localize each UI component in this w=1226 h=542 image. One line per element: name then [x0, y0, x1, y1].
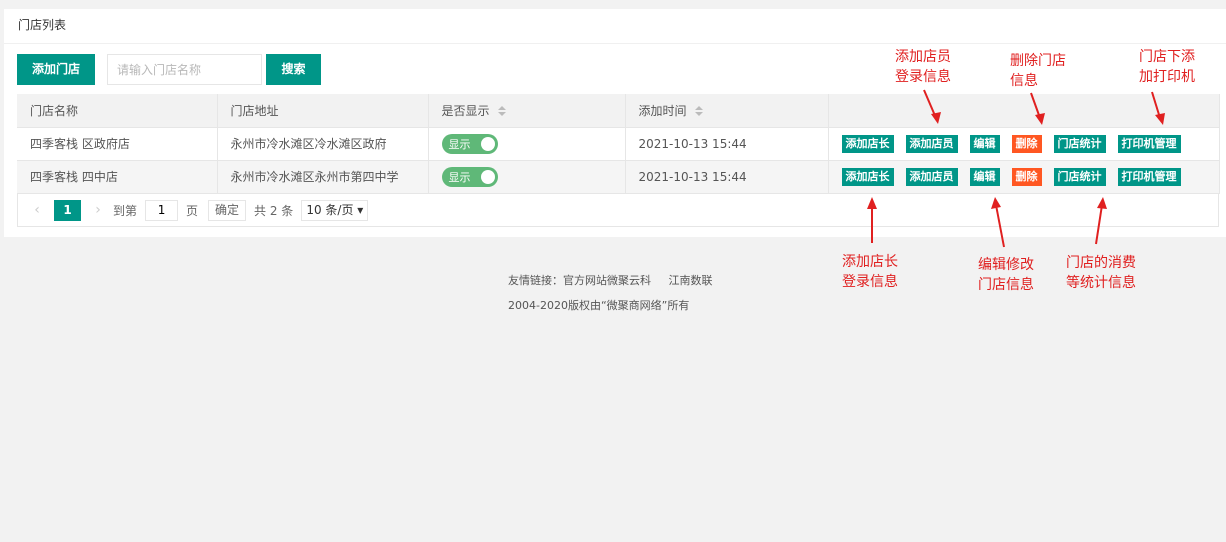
- edit-button[interactable]: 编辑: [969, 167, 1000, 186]
- footer-link-jiangnan[interactable]: 江南数联: [669, 274, 713, 287]
- add-manager-button[interactable]: 添加店长: [841, 134, 894, 153]
- col-visible[interactable]: 是否显示: [428, 94, 626, 127]
- operations-cell: 添加店长 添加店员 编辑 删除 门店统计 打印机管理: [828, 159, 1220, 194]
- annotation-edit: 编辑修改 门店信息: [978, 257, 1034, 293]
- annotation-stats: 门店的消费 等统计信息: [1066, 255, 1136, 291]
- friend-links-label: 友情链接：: [508, 274, 563, 287]
- table-row: 四季客栈 区政府店 永州市冷水滩区冷水滩区政府 显示 2021-10-13 15…: [17, 126, 1220, 160]
- visible-toggle[interactable]: 显示: [441, 166, 498, 187]
- annotation-add-manager: 添加店长 登录信息: [842, 254, 898, 290]
- goto-page-input[interactable]: [145, 199, 179, 221]
- add-clerk-button[interactable]: 添加店员: [905, 134, 958, 153]
- add-time-cell: 2021-10-13 15:44: [625, 126, 829, 160]
- goto-confirm-button[interactable]: 确定: [208, 199, 247, 221]
- annotation-add-clerk: 添加店员 登录信息: [895, 49, 951, 85]
- table-header-row: 门店名称 门店地址 是否显示 添加时间: [17, 94, 1220, 127]
- col-add-time[interactable]: 添加时间: [625, 94, 829, 127]
- footer: 友情链接：官方网站微聚云科 江南数联 2004-2020版权由“微聚商网络”所有: [508, 268, 713, 318]
- add-store-button[interactable]: 添加门店: [17, 54, 95, 85]
- total-count: 共 2 条: [254, 203, 294, 218]
- col-store-address: 门店地址: [217, 94, 429, 127]
- current-page[interactable]: 1: [54, 199, 81, 221]
- chevron-down-icon: ▾: [357, 202, 364, 217]
- store-address-cell: 永州市冷水滩区冷水滩区政府: [217, 126, 429, 160]
- printer-manage-button[interactable]: 打印机管理: [1117, 134, 1181, 153]
- store-table: 门店名称 门店地址 是否显示 添加时间 四季客栈 区政府店 永州市冷水滩区冷水滩…: [17, 94, 1220, 194]
- annotation-delete-store: 删除门店 信息: [1010, 53, 1066, 89]
- col-operations: [828, 94, 1220, 127]
- pagination: ‹ 1 › 到第 页 确定 共 2 条 10 条/页 ▾: [17, 194, 1219, 227]
- printer-manage-button[interactable]: 打印机管理: [1117, 167, 1181, 186]
- search-button[interactable]: 搜索: [266, 54, 321, 85]
- delete-button[interactable]: 删除: [1011, 134, 1042, 153]
- page-size-select[interactable]: 10 条/页 ▾: [301, 199, 369, 221]
- goto-label: 到第: [113, 203, 138, 218]
- next-page-icon[interactable]: ›: [89, 202, 107, 218]
- page-unit-label: 页: [186, 203, 199, 218]
- prev-page-icon[interactable]: ‹: [28, 202, 46, 218]
- delete-button[interactable]: 删除: [1011, 167, 1042, 186]
- copyright: 2004-2020版权由“微聚商网络”所有: [508, 299, 690, 312]
- toggle-knob: [480, 169, 495, 184]
- operations-cell: 添加店长 添加店员 编辑 删除 门店统计 打印机管理: [828, 126, 1220, 160]
- col-store-name: 门店名称: [17, 94, 218, 127]
- annotation-printer: 门店下添 加打印机: [1139, 49, 1195, 85]
- visible-cell: 显示: [428, 126, 626, 160]
- store-name-cell: 四季客栈 四中店: [17, 159, 218, 194]
- store-stats-button[interactable]: 门店统计: [1053, 134, 1106, 153]
- add-manager-button[interactable]: 添加店长: [841, 167, 894, 186]
- sort-icon[interactable]: [694, 106, 703, 117]
- table-row: 四季客栈 四中店 永州市冷水滩区永州市第四中学 显示 2021-10-13 15…: [17, 159, 1220, 194]
- store-address-cell: 永州市冷水滩区永州市第四中学: [217, 159, 429, 194]
- sort-icon[interactable]: [497, 106, 506, 117]
- footer-link-official[interactable]: 官方网站微聚云科: [563, 274, 651, 287]
- visible-cell: 显示: [428, 159, 626, 194]
- toggle-knob: [480, 136, 495, 151]
- add-clerk-button[interactable]: 添加店员: [905, 167, 958, 186]
- panel-title: 门店列表: [4, 9, 1226, 44]
- visible-toggle[interactable]: 显示: [441, 133, 498, 154]
- store-stats-button[interactable]: 门店统计: [1053, 167, 1106, 186]
- store-name-cell: 四季客栈 区政府店: [17, 126, 218, 160]
- edit-button[interactable]: 编辑: [969, 134, 1000, 153]
- add-time-cell: 2021-10-13 15:44: [625, 159, 829, 194]
- store-name-search-input[interactable]: [107, 54, 262, 85]
